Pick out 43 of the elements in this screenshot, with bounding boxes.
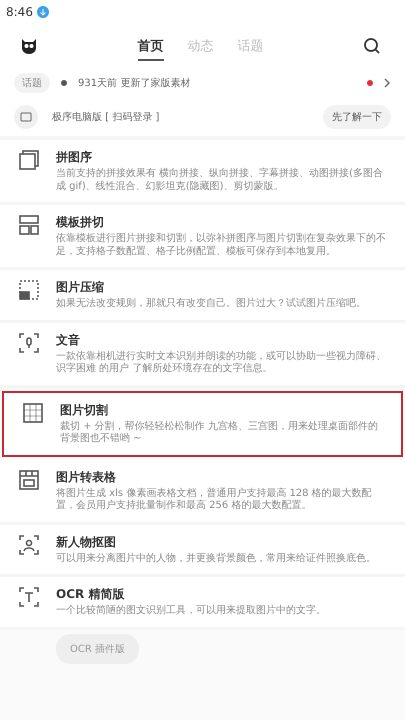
tool-card[interactable]: OCR 精简版 一个比较简陋的图文识别工具，可以用来提取图片中的文字。	[0, 577, 405, 630]
tool-title: 模板拼切	[56, 214, 105, 231]
image-frame-icon	[18, 279, 40, 301]
tool-description: 一个比较简陋的图文识别工具，可以用来提取图片中的文字。	[56, 605, 327, 618]
tool-title: 文音	[56, 332, 81, 348]
monitor-icon	[14, 105, 38, 129]
tool-description: 当前支持的拼接效果有 横向拼接、纵向拼接、字幕拼接、动图拼接(多图合成 gif)、线性混合、幻影坦克(隐藏图)、剪切蒙版。	[56, 168, 384, 193]
tool-card[interactable]: 图片压缩 如果无法改变规则，那就只有改变自己。图片过大？试试图片压缩吧。	[0, 270, 405, 322]
notice-text[interactable]: 931天前 更新了家版素材	[78, 76, 357, 90]
tool-description: 依靠模板进行图片拼接和切割，以弥补拼图序与图片切割在复杂效果下的不足，支持格子数配置、格子比例配置、模板可保存到本地复用。	[56, 233, 387, 258]
tool-card[interactable]: 图片切割 裁切 + 分割，帮你轻轻松松制作 九宫格、三宫图，用来处理桌面部件的背景图也不错哟 ~	[2, 390, 403, 456]
tool-card[interactable]: 新人物抠图 可以用来分离图片中的人物，并更换背景颜色，常用来给证件照换底色。	[0, 524, 405, 577]
cat-logo-icon[interactable]	[20, 38, 38, 54]
tool-description: 裁切 + 分割，帮你轻轻松松制作 九宫格、三宫图，用来处理桌面部件的背景图也不错哟 ~	[60, 420, 379, 446]
topic-tag: 话题	[14, 73, 50, 93]
tool-description: 将图片生成 xls 像素画表格文档，普通用户支持最高 128 格的最大数配置，会员用户支持批量制作和最高 256 格的最大数配置。	[56, 488, 373, 512]
tool-description: 如果无法改变规则，那就只有改变自己。图片过大？试试图片压缩吧。	[56, 298, 367, 310]
tool-description: 可以用来分离图片中的人物，并更换背景颜色，常用来给证件照换底色。	[56, 552, 377, 565]
tool-title: 图片切割	[60, 402, 109, 418]
stacked-squares-icon	[18, 149, 40, 171]
pc-version-text: 极序电脑版 [ 扫码登录 ]	[52, 110, 160, 124]
tool-card[interactable]: 模板拼切 依靠模板进行图片拼接和切割，以弥补拼图序与图片切割在复杂效果下的不足，支持格子数配置、格子比例配置、模板可保存到本地复用。	[0, 205, 405, 270]
grid-icon	[22, 402, 44, 424]
search-icon[interactable]	[363, 37, 381, 55]
microphone-icon	[18, 332, 40, 354]
layout-icon	[18, 214, 40, 236]
tool-title: 新人物抠图	[56, 534, 117, 550]
tool-title: 图片压缩	[56, 279, 105, 296]
tool-title: OCR 精简版	[56, 586, 126, 603]
tool-description: 一款依靠相机进行实时文本识别并朗读的功能，或可以协助一些视力障碍、识字困难 的用户 了解所处环境存在的文字信息。	[56, 350, 387, 376]
person-frame-icon	[18, 534, 40, 556]
tool-card[interactable]: 文音 一款依靠相机进行实时文本识别并朗读的功能，或可以协助一些视力障碍、识字困难 的用户 了解所处环境存在的文字信息。	[0, 322, 405, 388]
chevron-right-icon[interactable]	[383, 78, 391, 88]
status-time: 8:46	[6, 5, 33, 19]
tool-title: 拼图序	[56, 149, 93, 166]
tool-card[interactable]: 图片转表格 将图片生成 xls 像素画表格文档，普通用户支持最高 128 格的最大数配置，会员用户支持批量制作和最高 256 格的最大数配置。	[0, 460, 405, 524]
learn-more-button[interactable]: 先了解一下	[323, 105, 391, 129]
text-frame-icon	[18, 586, 40, 608]
tool-title: 图片转表格	[56, 468, 117, 486]
notification-icon	[36, 6, 49, 18]
nav-tab[interactable]: 首页	[138, 31, 164, 61]
tool-card[interactable]: 拼图序 当前支持的拼接效果有 横向拼接、纵向拼接、字幕拼接、动图拼接(多图合成 gif)、线性混合、幻影坦克(隐藏图)、剪切蒙版。	[0, 140, 405, 205]
table-image-icon	[18, 468, 40, 490]
